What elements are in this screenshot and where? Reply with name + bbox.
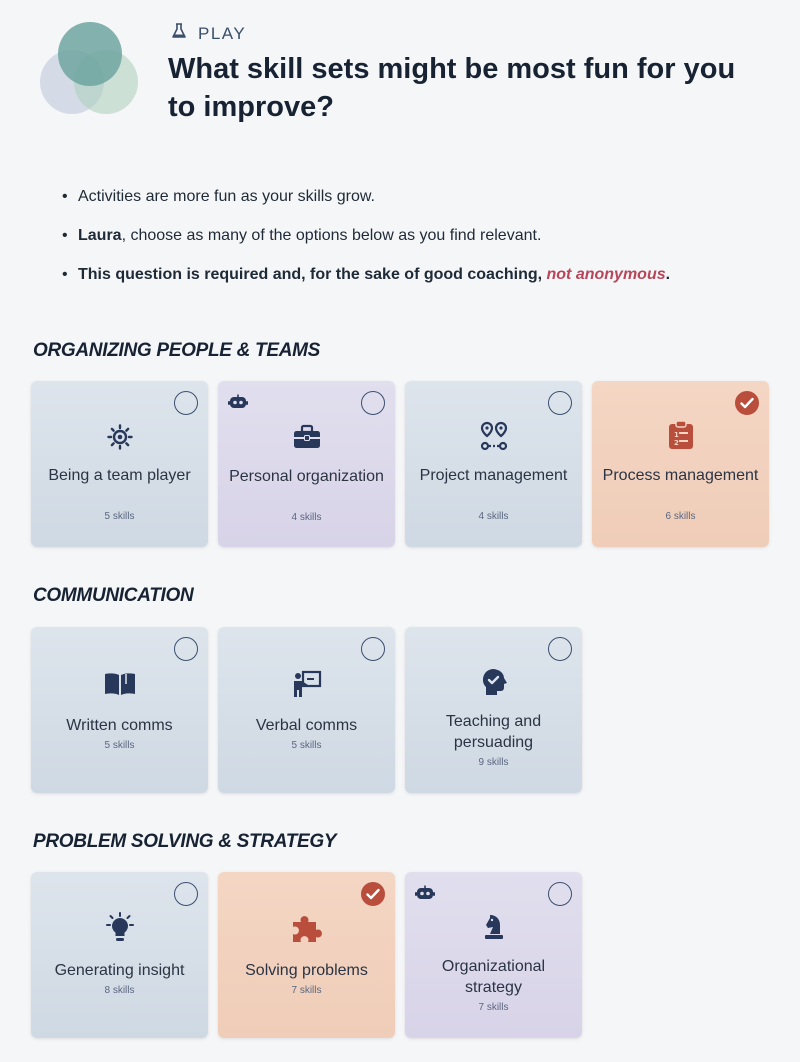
select-radio[interactable]: [361, 637, 385, 661]
category-row: PLAY: [170, 22, 246, 45]
card-label: Generating insight: [54, 962, 185, 979]
card-label: Process management: [602, 467, 759, 484]
route-icon: [480, 421, 508, 456]
chess-knight-icon: [482, 912, 506, 947]
skill-card-project-management[interactable]: Project management 4 skills: [405, 381, 582, 547]
card-label: Written comms: [66, 717, 173, 734]
skill-card-written-comms[interactable]: Written comms 5 skills: [31, 627, 208, 793]
card-skill-count: 7 skills: [291, 985, 322, 996]
skill-card-organizational-strategy[interactable]: Organizational strategy 7 skills: [405, 872, 582, 1038]
check-icon: [366, 888, 380, 900]
card-label: Solving problems: [245, 962, 368, 979]
card-skill-count: 5 skills: [104, 511, 135, 522]
intro-item: This question is required and, for the s…: [60, 264, 670, 286]
select-radio[interactable]: [174, 391, 198, 415]
select-radio[interactable]: [361, 391, 385, 415]
lightbulb-icon: [104, 912, 136, 949]
select-radio-checked[interactable]: [361, 882, 385, 906]
robot-icon: [415, 885, 435, 906]
skill-card-teaching-persuading[interactable]: Teaching and persuading 9 skills: [405, 627, 582, 793]
card-label: Verbal comms: [255, 717, 358, 734]
card-skill-count: 4 skills: [291, 512, 322, 523]
team-gear-icon: [106, 423, 134, 456]
card-label: Project management: [419, 467, 568, 484]
skill-card-team-player[interactable]: Being a team player 5 skills: [31, 381, 208, 547]
card-skill-count: 6 skills: [665, 511, 696, 522]
section-title-organizing: ORGANIZING PEOPLE & TEAMS: [33, 340, 321, 361]
card-skill-count: 5 skills: [104, 740, 135, 751]
not-anonymous-text: not anonymous: [546, 266, 666, 283]
category-label: PLAY: [198, 23, 247, 43]
card-label: Organizational strategy: [441, 958, 546, 996]
skill-card-generating-insight[interactable]: Generating insight 8 skills: [31, 872, 208, 1038]
section-title-problem-solving: PROBLEM SOLVING & STRATEGY: [33, 831, 337, 852]
card-label: Being a team player: [48, 467, 191, 484]
intro-item: Laura, choose as many of the options bel…: [60, 225, 670, 247]
skill-card-verbal-comms[interactable]: Verbal comms 5 skills: [218, 627, 395, 793]
presenter-icon: [292, 669, 322, 704]
select-radio[interactable]: [548, 637, 572, 661]
book-open-icon: [104, 671, 136, 702]
select-radio[interactable]: [174, 637, 198, 661]
clipboard-list-icon: 1 2: [668, 420, 694, 455]
app-logo: [40, 22, 140, 118]
svg-text:1: 1: [674, 431, 679, 439]
user-name: Laura: [78, 227, 122, 244]
skill-card-solving-problems[interactable]: Solving problems 7 skills: [218, 872, 395, 1038]
page-title: What skill sets might be most fun for yo…: [168, 53, 736, 123]
card-skill-count: 9 skills: [478, 757, 509, 768]
select-radio[interactable]: [548, 391, 572, 415]
intro-list: Activities are more fun as your skills g…: [60, 186, 670, 303]
select-radio[interactable]: [174, 882, 198, 906]
card-skill-count: 7 skills: [478, 1002, 509, 1013]
skill-card-personal-organization[interactable]: Personal organization 4 skills: [218, 381, 395, 547]
briefcase-icon: [293, 424, 321, 455]
svg-text:2: 2: [674, 439, 679, 447]
check-icon: [740, 397, 754, 409]
intro-item: Activities are more fun as your skills g…: [60, 186, 670, 208]
select-radio[interactable]: [548, 882, 572, 906]
card-label: Personal organization: [229, 468, 384, 485]
robot-icon: [228, 394, 248, 415]
flask-icon: [170, 22, 188, 45]
card-skill-count: 5 skills: [291, 740, 322, 751]
section-title-communication: COMMUNICATION: [33, 585, 194, 606]
card-label: Teaching and persuading: [445, 713, 542, 751]
head-check-icon: [480, 667, 508, 702]
card-skill-count: 8 skills: [104, 985, 135, 996]
card-skill-count: 4 skills: [478, 511, 509, 522]
puzzle-icon: [291, 914, 323, 949]
skill-card-process-management[interactable]: 1 2 Process management 6 skills: [592, 381, 769, 547]
select-radio-checked[interactable]: [735, 391, 759, 415]
